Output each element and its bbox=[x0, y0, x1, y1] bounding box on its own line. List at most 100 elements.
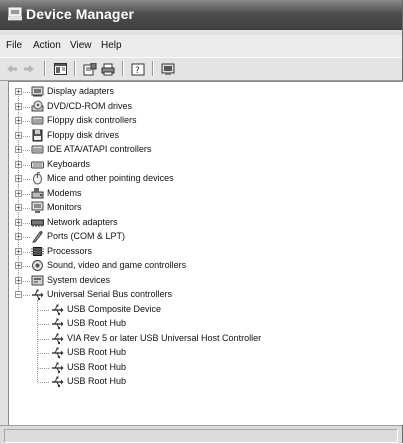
usb-icon bbox=[52, 318, 64, 330]
usb-device-row[interactable]: USB Root Hub bbox=[9, 361, 389, 375]
tree-connector-line bbox=[23, 295, 30, 296]
tree-category-row[interactable]: + Modems bbox=[9, 187, 389, 201]
tree-category-row[interactable]: + IDE ATA/ATAPI controllers bbox=[9, 143, 389, 157]
tree-connector-line bbox=[23, 150, 30, 151]
device-tree-pane[interactable]: + Display adapters + DVD/CD-ROM drives + Flop… bbox=[8, 81, 403, 425]
expand-toggle[interactable]: + bbox=[15, 233, 22, 241]
window-title: Device Manager bbox=[26, 6, 135, 22]
tree-connector-line bbox=[23, 251, 30, 253]
toolbar-separator bbox=[44, 61, 46, 76]
toolbar-separator bbox=[74, 61, 76, 76]
menu-help[interactable]: Help bbox=[101, 40, 122, 51]
category-label: DVD/CD-ROM drives bbox=[47, 100, 133, 111]
disk-controller-icon bbox=[31, 116, 44, 125]
tree-category-row[interactable]: + Mice and other pointing devices bbox=[9, 172, 389, 186]
expand-toggle[interactable]: + bbox=[15, 88, 22, 96]
properties-icon bbox=[83, 62, 97, 75]
forward-arrow-icon bbox=[24, 65, 34, 73]
expand-toggle[interactable]: + bbox=[15, 117, 22, 125]
help-icon: ? bbox=[131, 63, 145, 76]
computer-icon bbox=[8, 7, 22, 21]
category-label: Floppy disk drives bbox=[47, 129, 120, 140]
usb-icon bbox=[52, 362, 64, 373]
tree-connector-line bbox=[38, 338, 49, 340]
tree-category-row[interactable]: + Ports (COM & LPT) bbox=[9, 230, 389, 244]
usb-device-row[interactable]: USB Root Hub bbox=[9, 346, 389, 360]
monitor-icon bbox=[31, 201, 44, 213]
usb-device-row[interactable]: USB Root Hub bbox=[9, 375, 389, 389]
expand-toggle[interactable]: + bbox=[15, 131, 22, 139]
dvd-drive-icon bbox=[31, 100, 44, 111]
system-device-icon bbox=[31, 275, 44, 285]
category-label: Ports (COM & LPT) bbox=[47, 231, 126, 241]
help-button[interactable]: ? bbox=[130, 61, 146, 77]
forward-button[interactable] bbox=[22, 61, 36, 77]
category-label: Display adapters bbox=[47, 86, 115, 96]
category-label: Floppy disk controllers bbox=[47, 115, 137, 125]
print-button[interactable] bbox=[100, 61, 116, 77]
menu-action[interactable]: Action bbox=[33, 40, 61, 51]
device-manager-window: Device Manager File Action View Help ? +… bbox=[0, 0, 403, 444]
tree-connector-line bbox=[23, 92, 30, 93]
tree-category-row[interactable]: + System devices bbox=[9, 274, 389, 288]
tree-category-row[interactable]: + Keyboards bbox=[9, 158, 389, 172]
tree-connector-line bbox=[23, 237, 30, 238]
tree-category-row[interactable]: + Sound, video and game controllers bbox=[9, 259, 389, 273]
network-adapter-icon bbox=[31, 219, 44, 227]
menu-file[interactable]: File bbox=[6, 40, 22, 51]
collapse-toggle[interactable]: − bbox=[15, 291, 22, 299]
sound-icon bbox=[32, 260, 43, 271]
toolbar: ? bbox=[0, 57, 402, 81]
back-button[interactable] bbox=[5, 61, 19, 77]
expand-toggle[interactable]: + bbox=[15, 218, 22, 226]
back-arrow-icon bbox=[7, 65, 17, 73]
tree-category-row[interactable]: + Monitors bbox=[9, 201, 389, 215]
tree-category-row[interactable]: − Universal Serial Bus controllers bbox=[9, 288, 389, 302]
usb-device-row[interactable]: VIA Rev 5 or later USB Universal Host Co… bbox=[9, 332, 389, 346]
expand-toggle[interactable]: + bbox=[15, 175, 22, 183]
usb-icon bbox=[52, 304, 64, 315]
tree-connector-line bbox=[23, 280, 30, 282]
tree-connector-line bbox=[23, 106, 30, 108]
tree-category-row[interactable]: + Display adapters bbox=[9, 85, 389, 99]
category-label: Monitors bbox=[47, 202, 82, 212]
display-adapter-icon bbox=[31, 86, 44, 97]
tree-category-row[interactable]: + Processors bbox=[9, 245, 389, 259]
tree-category-row[interactable]: + Floppy disk drives bbox=[9, 129, 389, 143]
tree-connector-line bbox=[23, 121, 30, 122]
usb-icon bbox=[52, 347, 64, 359]
port-icon bbox=[32, 231, 43, 243]
expand-toggle[interactable]: + bbox=[15, 146, 22, 154]
tree-connector-line bbox=[23, 164, 30, 166]
tree-category-row[interactable]: + DVD/CD-ROM drives bbox=[9, 100, 389, 114]
category-label: Sound, video and game controllers bbox=[47, 260, 187, 270]
category-label: Modems bbox=[47, 187, 82, 198]
usb-device-row[interactable]: USB Composite Device bbox=[9, 303, 389, 317]
show-hide-console-tree-button[interactable] bbox=[52, 61, 68, 77]
expand-toggle[interactable]: + bbox=[15, 204, 22, 212]
tree-connector-line bbox=[23, 208, 30, 209]
expand-toggle[interactable]: + bbox=[15, 102, 22, 110]
toolbar-separator bbox=[152, 61, 154, 76]
tree-connector-line bbox=[38, 353, 49, 354]
menu-view[interactable]: View bbox=[70, 40, 92, 51]
category-label: Network adapters bbox=[47, 216, 118, 227]
device-label: USB Root Hub bbox=[67, 376, 127, 386]
scan-for-hardware-changes-button[interactable] bbox=[160, 61, 176, 77]
category-label: System devices bbox=[47, 274, 111, 285]
printer-icon bbox=[101, 63, 115, 75]
tree-category-row[interactable]: + Network adapters bbox=[9, 216, 389, 230]
expand-toggle[interactable]: + bbox=[15, 276, 22, 284]
usb-device-row[interactable]: USB Root Hub bbox=[9, 317, 389, 331]
device-label: USB Composite Device bbox=[67, 303, 162, 314]
expand-toggle[interactable]: + bbox=[15, 262, 22, 270]
disk-controller-icon bbox=[31, 145, 44, 154]
properties-button[interactable] bbox=[82, 61, 98, 77]
tree-connector-line bbox=[23, 179, 30, 180]
expand-toggle[interactable]: + bbox=[15, 189, 22, 197]
expand-toggle[interactable]: + bbox=[15, 247, 22, 255]
expand-toggle[interactable]: + bbox=[15, 160, 22, 168]
tree-connector-line bbox=[38, 367, 49, 369]
tree-category-row[interactable]: + Floppy disk controllers bbox=[9, 114, 389, 128]
title-bar[interactable]: Device Manager bbox=[0, 0, 402, 30]
